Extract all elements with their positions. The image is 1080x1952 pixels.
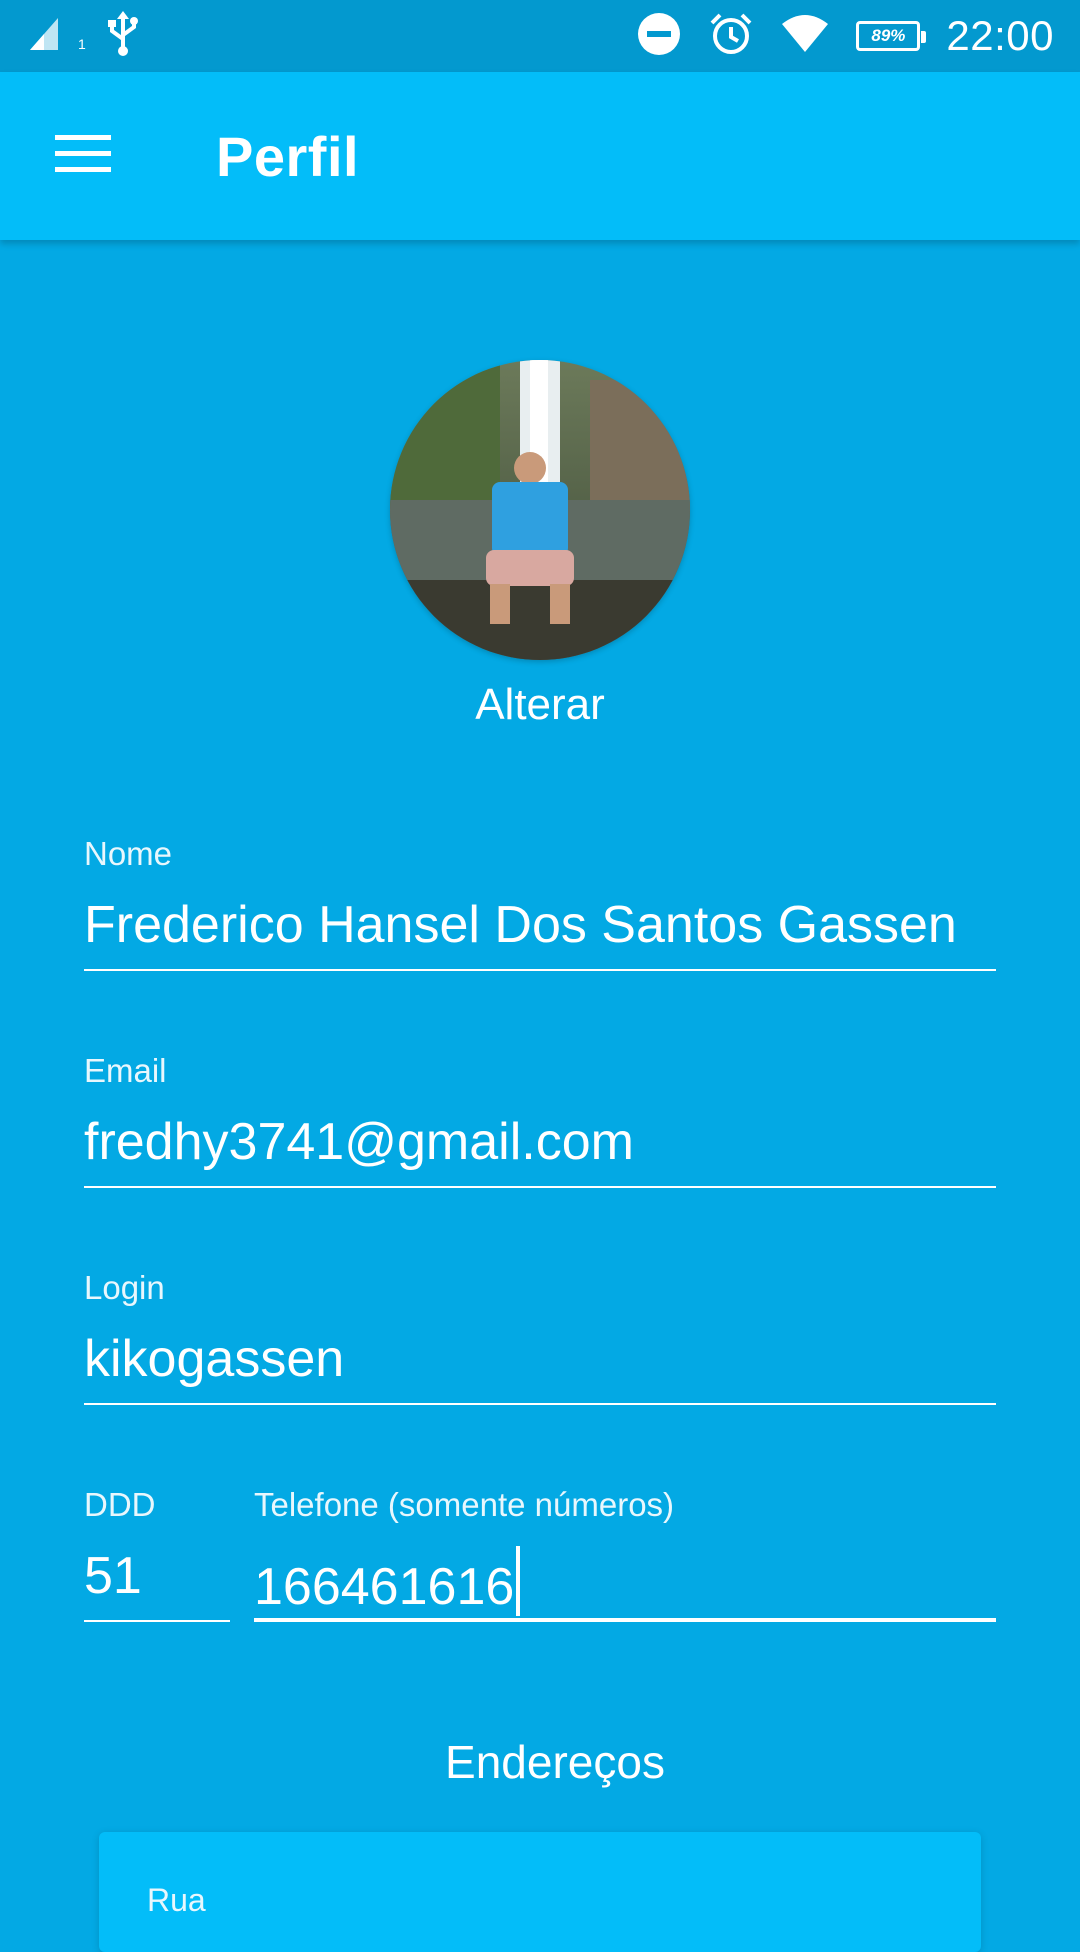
telefone-value: 166461616 (254, 1558, 515, 1616)
ddd-input[interactable]: 51 (84, 1546, 230, 1622)
telefone-input[interactable]: 166461616 (254, 1546, 996, 1622)
page-title: Perfil (216, 124, 360, 188)
battery-indicator: 89% (856, 21, 927, 51)
battery-percent: 89% (871, 26, 906, 45)
telefone-field: Telefone (somente números) 166461616 (254, 1486, 996, 1622)
wifi-icon (780, 12, 830, 61)
nome-input[interactable]: Frederico Hansel Dos Santos Gassen (84, 895, 996, 971)
ddd-field: DDD 51 (84, 1486, 230, 1622)
text-cursor (516, 1546, 521, 1616)
app-toolbar: Perfil (0, 72, 1080, 240)
status-clock: 22:00 (946, 12, 1054, 59)
addresses-title: Endereços (445, 1736, 665, 1788)
login-field: Login kikogassen (84, 1269, 996, 1405)
status-right: 89% 22:00 (610, 11, 1054, 62)
email-field: Email fredhy3741@gmail.com (84, 1052, 996, 1188)
rua-label: Rua (147, 1882, 206, 1918)
address-card[interactable]: Rua (99, 1832, 981, 1952)
hamburger-menu-button[interactable] (42, 114, 126, 198)
change-photo-button[interactable]: Alterar (0, 680, 1080, 730)
email-input[interactable]: fredhy3741@gmail.com (84, 1112, 996, 1188)
telefone-label: Telefone (somente números) (254, 1486, 675, 1523)
login-label: Login (84, 1269, 165, 1306)
login-input[interactable]: kikogassen (84, 1329, 996, 1405)
do-not-disturb-icon (636, 11, 682, 62)
usb-icon (106, 10, 140, 62)
status-bar: 1 89% 22:00 (0, 0, 1080, 72)
hamburger-menu-icon (55, 133, 113, 180)
sim-number: 1 (78, 36, 86, 52)
cell-signal-icon (28, 14, 84, 59)
nome-label: Nome (84, 835, 173, 872)
profile-photo[interactable] (390, 360, 690, 660)
status-left: 1 (28, 10, 140, 62)
nome-field: Nome Frederico Hansel Dos Santos Gassen (84, 835, 996, 971)
email-label: Email (84, 1052, 167, 1089)
alarm-icon (708, 11, 754, 62)
ddd-label: DDD (84, 1486, 156, 1523)
